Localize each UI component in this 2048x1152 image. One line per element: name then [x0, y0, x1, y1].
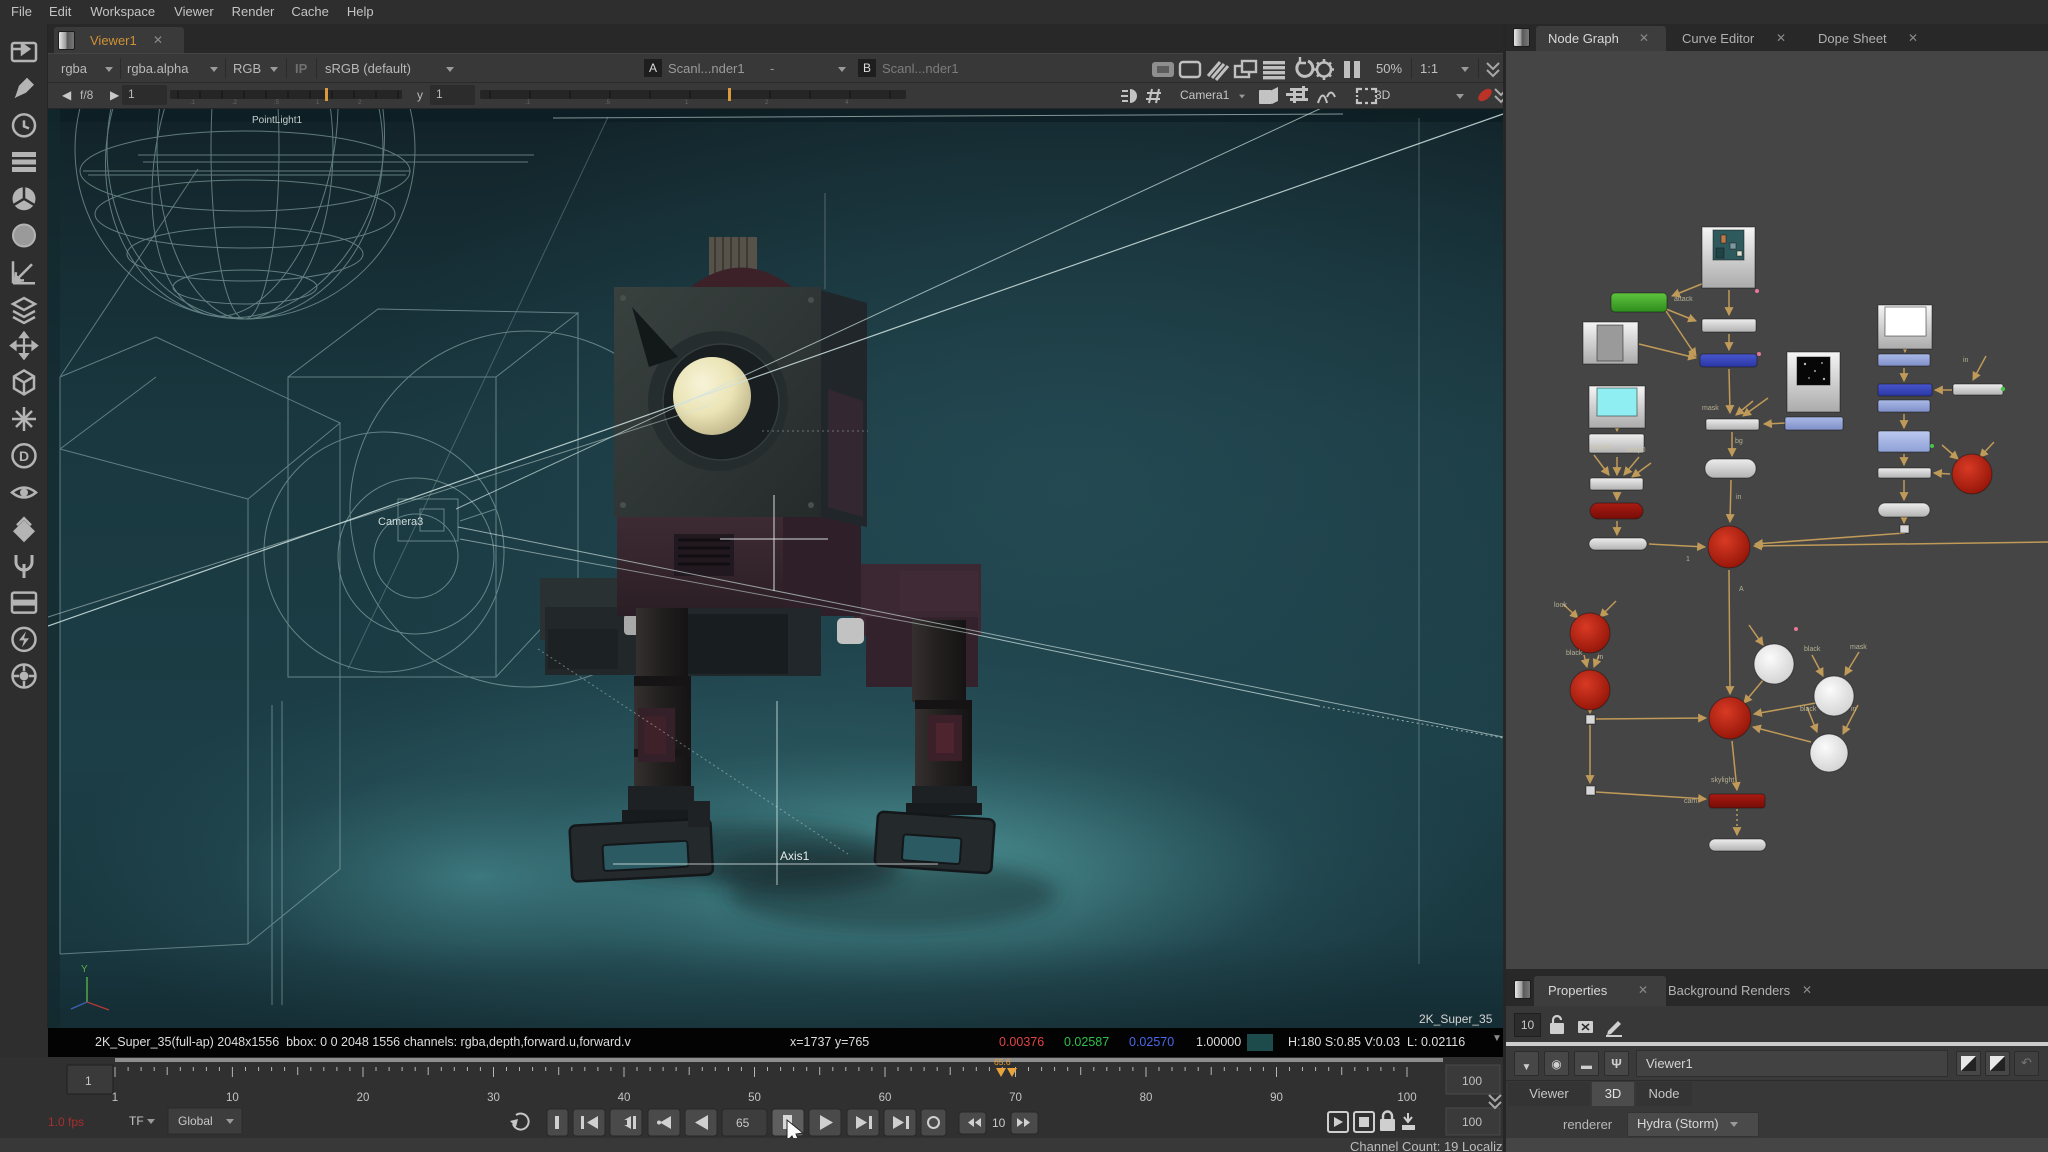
- svg-text:cam: cam: [1684, 798, 1697, 805]
- svg-text:2: 2: [358, 100, 362, 105]
- svg-text:100: 100: [1397, 1092, 1416, 1104]
- svg-text:1.0 fps: 1.0 fps: [48, 1115, 84, 1129]
- svg-text:mask: mask: [1850, 644, 1867, 651]
- svg-text:.5: .5: [274, 100, 280, 105]
- svg-text:1: 1: [85, 1074, 92, 1088]
- svg-text:Y: Y: [81, 964, 88, 975]
- svg-text:65: 65: [736, 1116, 750, 1130]
- svg-text:.1: .1: [190, 100, 196, 105]
- svg-text:mask: mask: [1702, 405, 1719, 412]
- svg-text:Camera3: Camera3: [378, 516, 423, 528]
- svg-text:A: A: [1739, 586, 1744, 593]
- svg-text:bg: bg: [1735, 438, 1743, 445]
- svg-text:D: D: [19, 448, 29, 464]
- svg-text:70: 70: [1009, 1092, 1022, 1104]
- svg-text:in: in: [1598, 654, 1604, 661]
- svg-text:Global: Global: [178, 1114, 213, 1128]
- svg-text:deep0: deep0: [1626, 447, 1646, 454]
- svg-text:10: 10: [992, 1116, 1006, 1130]
- svg-text:100: 100: [1462, 1115, 1482, 1129]
- svg-text:skylight: skylight: [1711, 777, 1734, 784]
- svg-text:100: 100: [1462, 1074, 1482, 1088]
- svg-text:40: 40: [618, 1092, 631, 1104]
- svg-text:.1: .1: [525, 100, 531, 105]
- svg-text:30: 30: [487, 1092, 500, 1104]
- svg-text:1: 1: [316, 100, 320, 105]
- svg-text:in: in: [1963, 357, 1969, 364]
- svg-text:.5: .5: [605, 100, 611, 105]
- svg-text:PointLight1: PointLight1: [252, 115, 302, 126]
- svg-text:look: look: [1554, 602, 1567, 609]
- svg-text:10: 10: [226, 1092, 239, 1104]
- svg-text:black: black: [1800, 706, 1817, 713]
- svg-text:60: 60: [879, 1092, 892, 1104]
- svg-text:attack: attack: [1674, 296, 1693, 303]
- svg-text:mask0: mask0: [1591, 444, 1612, 451]
- svg-text:2: 2: [765, 100, 769, 105]
- svg-text:1: 1: [1686, 556, 1690, 563]
- svg-text:in: in: [1736, 494, 1742, 501]
- svg-text:20: 20: [357, 1092, 370, 1104]
- svg-text:black: black: [1804, 646, 1821, 653]
- svg-text:black: black: [1566, 650, 1583, 657]
- svg-text:50: 50: [748, 1092, 761, 1104]
- svg-text:80: 80: [1140, 1092, 1153, 1104]
- svg-text:2K_Super_35: 2K_Super_35: [1419, 1012, 1493, 1026]
- svg-text:65.6: 65.6: [994, 1057, 1011, 1067]
- svg-text:1: 1: [112, 1092, 118, 1104]
- svg-text:TF: TF: [129, 1114, 144, 1128]
- svg-text:90: 90: [1270, 1092, 1283, 1104]
- svg-text:Axis1: Axis1: [780, 849, 810, 863]
- svg-text:1: 1: [685, 100, 689, 105]
- svg-text:in: in: [1851, 706, 1857, 713]
- svg-text:.2: .2: [232, 100, 238, 105]
- svg-text:4: 4: [845, 100, 849, 105]
